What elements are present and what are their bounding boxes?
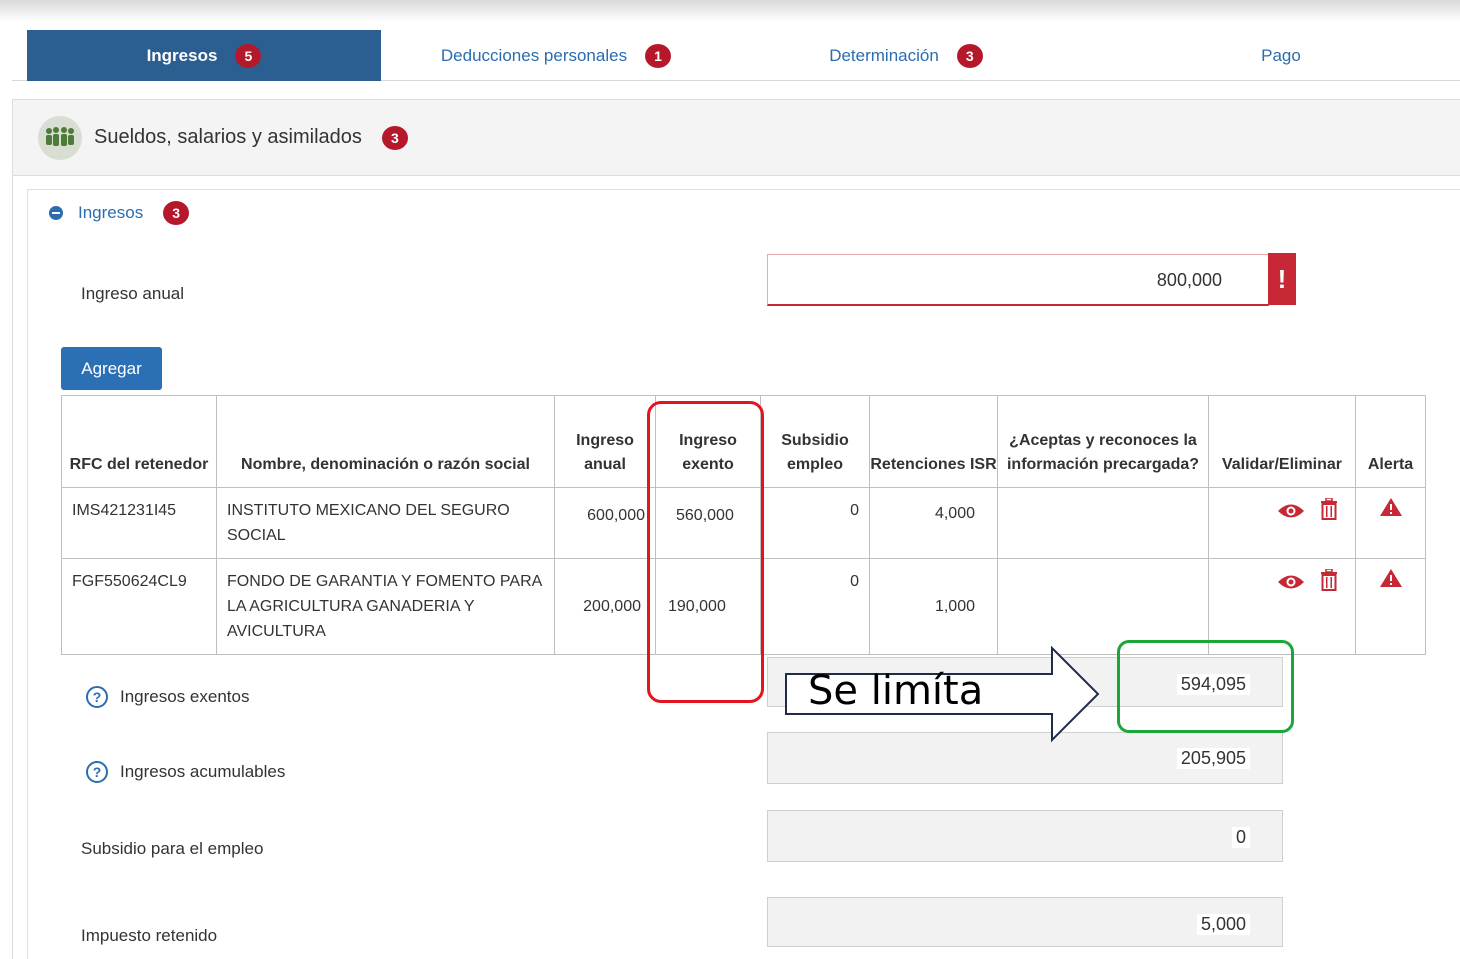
ingresos-acumulables-value: 205,905 bbox=[1176, 748, 1250, 769]
ingreso-anual-field[interactable]: 800,000 ! bbox=[767, 253, 1296, 306]
cell-validar bbox=[1208, 487, 1356, 559]
eye-icon[interactable] bbox=[1277, 502, 1305, 528]
tab-pago[interactable]: Pago bbox=[1081, 30, 1460, 81]
tab-label: Ingresos bbox=[146, 45, 218, 65]
subsidio-empleo-field[interactable]: 0 bbox=[767, 810, 1283, 862]
cell-nombre: FONDO DE GARANTIA Y FOMENTO PARA LA AGRI… bbox=[216, 558, 555, 655]
impuesto-retenido-label: Impuesto retenido bbox=[81, 926, 218, 945]
ingreso-anual-label: Ingreso anual bbox=[81, 284, 185, 303]
people-icon bbox=[38, 115, 82, 160]
cell-nombre: INSTITUTO MEXICANO DEL SEGURO SOCIAL bbox=[216, 487, 555, 559]
tab-bar: Ingresos 5 Deducciones personales 1 Dete… bbox=[12, 30, 1460, 81]
cell-retenciones: 4,000 bbox=[869, 487, 998, 559]
header-aceptas: ¿Aceptas y reconoces la información prec… bbox=[997, 395, 1209, 488]
minus-circle-icon bbox=[49, 206, 63, 220]
header-nombre: Nombre, denominación o razón social bbox=[216, 395, 555, 488]
tab-badge: 1 bbox=[645, 43, 672, 68]
impuesto-retenido-field[interactable]: 5,000 bbox=[767, 897, 1283, 947]
trash-icon[interactable] bbox=[1319, 497, 1339, 528]
cell-aceptas bbox=[997, 487, 1209, 559]
tab-ingresos[interactable]: Ingresos 5 bbox=[27, 30, 381, 81]
ingresos-exentos-text: Ingresos exentos bbox=[120, 687, 250, 706]
tab-deducciones[interactable]: Deducciones personales 1 bbox=[381, 30, 731, 81]
ingresos-collapse-toggle[interactable]: Ingresos 3 bbox=[49, 201, 190, 225]
warning-icon[interactable] bbox=[1379, 569, 1402, 591]
cell-rfc: IMS421231I45 bbox=[61, 487, 217, 559]
cell-alerta bbox=[1355, 558, 1426, 655]
tab-determinacion[interactable]: Determinación 3 bbox=[731, 30, 1081, 81]
header-retenciones: Retenciones ISR bbox=[869, 395, 998, 488]
subsidio-empleo-value: 0 bbox=[1231, 827, 1250, 848]
subsection-badge: 3 bbox=[163, 201, 190, 225]
ingresos-acumulables-text: Ingresos acumulables bbox=[120, 762, 286, 781]
tab-label: Pago bbox=[1261, 45, 1301, 65]
section-title: Sueldos, salarios y asimilados bbox=[94, 126, 362, 148]
subsidio-empleo-label: Subsidio para el empleo bbox=[81, 839, 264, 858]
cell-ingreso-anual: 200,000 bbox=[554, 558, 656, 655]
tab-label: Determinación bbox=[829, 45, 939, 65]
section-badge: 3 bbox=[381, 125, 408, 150]
warning-icon[interactable] bbox=[1379, 498, 1402, 520]
header-ingreso-anual: Ingreso anual bbox=[554, 395, 656, 488]
red-highlight-box bbox=[647, 401, 764, 703]
header-alerta: Alerta bbox=[1355, 395, 1426, 488]
header-subsidio: Subsidio empleo bbox=[760, 395, 870, 488]
cell-ingreso-anual: 600,000 bbox=[554, 487, 656, 559]
green-highlight-box bbox=[1117, 640, 1294, 733]
header-validar: Validar/Eliminar bbox=[1208, 395, 1356, 488]
cell-subsidio: 0 bbox=[760, 487, 870, 559]
top-shadow bbox=[0, 0, 1460, 22]
header-rfc: RFC del retenedor bbox=[61, 395, 217, 488]
trash-icon[interactable] bbox=[1319, 568, 1339, 599]
ingresos-exentos-label: ? Ingresos exentos bbox=[86, 686, 249, 708]
help-icon[interactable]: ? bbox=[86, 686, 108, 708]
ingreso-anual-value: 800,000 bbox=[1152, 270, 1226, 291]
annotation-text: Se limíta bbox=[808, 668, 984, 714]
agregar-button[interactable]: Agregar bbox=[61, 347, 162, 390]
section-header[interactable]: Sueldos, salarios y asimilados 3 bbox=[13, 100, 1460, 176]
cell-subsidio: 0 bbox=[760, 558, 870, 655]
help-icon[interactable]: ? bbox=[86, 761, 108, 783]
cell-retenciones: 1,000 bbox=[869, 558, 998, 655]
cell-rfc: FGF550624CL9 bbox=[61, 558, 217, 655]
subsection-label: Ingresos bbox=[78, 203, 144, 222]
tab-badge: 5 bbox=[235, 43, 262, 68]
eye-icon[interactable] bbox=[1277, 573, 1305, 599]
cell-alerta bbox=[1355, 487, 1426, 559]
ingresos-acumulables-label: ? Ingresos acumulables bbox=[86, 761, 285, 783]
tab-label: Deducciones personales bbox=[440, 45, 628, 65]
error-exclamation-icon: ! bbox=[1268, 253, 1296, 305]
impuesto-retenido-value: 5,000 bbox=[1196, 914, 1250, 935]
tab-badge: 3 bbox=[956, 43, 983, 68]
